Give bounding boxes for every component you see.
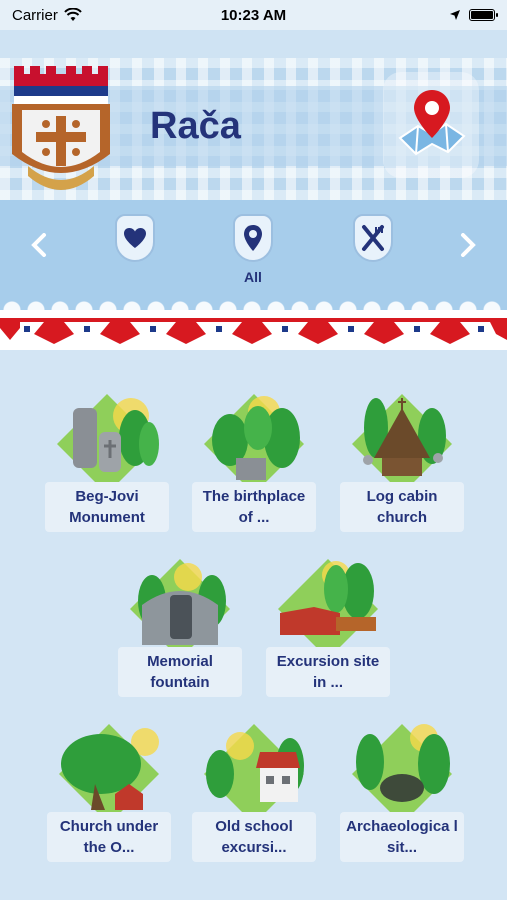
place-thumbnail bbox=[130, 559, 230, 659]
embroidery-border bbox=[0, 310, 507, 350]
place-thumbnail bbox=[278, 559, 378, 659]
category-food-shield bbox=[353, 214, 393, 262]
place-card[interactable]: Archaeologica l sit... bbox=[340, 718, 464, 868]
place-label: The birthplace of ... bbox=[192, 482, 316, 532]
map-pin-icon bbox=[244, 225, 262, 251]
location-arrow-icon bbox=[450, 10, 460, 20]
wifi-icon bbox=[64, 8, 82, 21]
lace-border bbox=[0, 288, 507, 310]
place-thumbnail bbox=[204, 724, 304, 824]
place-card[interactable]: Memorial fountain bbox=[118, 553, 242, 703]
category-bar: All bbox=[0, 200, 507, 310]
place-thumbnail bbox=[57, 394, 159, 494]
heart-icon bbox=[124, 228, 146, 248]
place-thumbnail bbox=[204, 394, 304, 494]
place-card[interactable]: Beg-Jovi Monument bbox=[45, 388, 169, 538]
prev-category-button[interactable] bbox=[24, 230, 54, 260]
place-card[interactable]: Excursion site in ... bbox=[266, 553, 390, 703]
map-button[interactable] bbox=[383, 72, 479, 178]
place-thumbnail bbox=[352, 724, 452, 824]
map-icon bbox=[398, 90, 466, 156]
place-label: Church under the O... bbox=[47, 812, 171, 862]
app-title: Rača bbox=[150, 105, 241, 147]
place-label: Old school excursi... bbox=[192, 812, 316, 862]
place-label: Excursion site in ... bbox=[266, 647, 390, 697]
place-label: Archaeologica l sit... bbox=[340, 812, 464, 862]
status-bar: Carrier 10:23 AM bbox=[0, 0, 507, 30]
places-grid: Beg-Jovi Monument The birthplace of ... … bbox=[0, 350, 507, 900]
chevron-left-icon bbox=[31, 233, 46, 257]
status-left: Carrier bbox=[12, 7, 82, 24]
chevron-right-icon bbox=[461, 233, 476, 257]
status-right bbox=[449, 9, 498, 21]
category-all[interactable] bbox=[232, 214, 274, 264]
place-label: Log cabin church bbox=[340, 482, 464, 532]
place-card[interactable]: Log cabin church bbox=[340, 388, 464, 538]
fork-knife-icon bbox=[362, 225, 384, 251]
header: Rača bbox=[0, 58, 507, 200]
category-favorites-shield bbox=[115, 214, 155, 262]
place-thumbnail bbox=[59, 724, 159, 824]
category-food[interactable] bbox=[352, 214, 394, 264]
place-label: Memorial fountain bbox=[118, 647, 242, 697]
place-card[interactable]: The birthplace of ... bbox=[192, 388, 316, 538]
coat-of-arms-logo bbox=[12, 66, 110, 190]
carrier-label: Carrier bbox=[12, 6, 58, 24]
category-all-shield bbox=[233, 214, 273, 262]
battery-icon bbox=[469, 9, 498, 21]
place-thumbnail bbox=[352, 394, 452, 494]
category-favorites[interactable] bbox=[114, 214, 156, 264]
place-card[interactable]: Church under the O... bbox=[47, 718, 171, 868]
place-card[interactable]: Old school excursi... bbox=[192, 718, 316, 868]
next-category-button[interactable] bbox=[453, 230, 483, 260]
place-label: Beg-Jovi Monument bbox=[45, 482, 169, 532]
category-selected-label: All bbox=[244, 269, 262, 285]
